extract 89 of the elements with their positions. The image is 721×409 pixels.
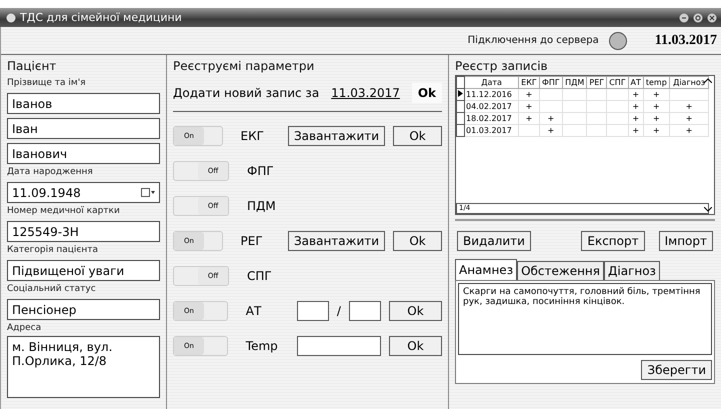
ok-button[interactable]: Ok (393, 126, 442, 146)
column-header: Дата (464, 76, 519, 88)
ok-button[interactable]: Ok (388, 300, 442, 320)
parameter-name: ПДМ (247, 198, 277, 212)
parameter-name: РЕГ (240, 234, 264, 248)
column-header: РЕГ (586, 76, 607, 88)
tab[interactable]: Анамнез (455, 259, 518, 280)
field-label: Прізвище та ім'я (7, 78, 87, 88)
input-field[interactable]: Іван (7, 118, 160, 139)
address-field[interactable]: м. Вінниця, вул. П.Орлика, 12/8 (7, 336, 160, 398)
systolic-input[interactable] (296, 300, 329, 320)
ok-button[interactable]: Ok (388, 336, 442, 356)
tab[interactable]: Діагноз (604, 261, 660, 280)
diastolic-input[interactable] (348, 300, 381, 320)
notes-field[interactable]: Скарги на самопочуття, головний біль, тремтіння рук, задишка, посиніння кінцівок. (458, 283, 712, 355)
table-cell: 01.03.2017 (466, 126, 512, 135)
ok-button[interactable]: Ok (412, 83, 442, 103)
tab[interactable]: Обстеження (517, 261, 604, 280)
input-field[interactable]: Пенсіонер (7, 299, 160, 320)
pointer-icon (458, 90, 463, 97)
row-indicator[interactable] (456, 88, 464, 100)
table-cell: + (632, 102, 640, 111)
table-cell: 11.12.2016 (466, 90, 512, 99)
table-cell: + (653, 126, 660, 135)
table-cell: + (526, 102, 532, 111)
upload-button[interactable]: Завантажити (288, 230, 386, 250)
connection-label: Підключення до сервера (468, 35, 599, 46)
date-picker[interactable]: 11.09.1948 (7, 182, 160, 203)
field-label: Соціальний статус (7, 284, 97, 294)
record-date[interactable]: 11.03.2017 (331, 86, 400, 100)
current-date: 11.03.2017 (654, 32, 717, 48)
table-cell: + (632, 90, 640, 99)
maximize-icon[interactable] (693, 12, 703, 22)
action-button[interactable]: Імпорт (658, 231, 713, 251)
table-cell: + (686, 102, 692, 111)
table-cell: + (526, 90, 532, 99)
field-label: Адреса (7, 323, 42, 333)
row-indicator[interactable] (456, 112, 464, 124)
table-cell: 18.02.2017 (466, 114, 512, 123)
field-label: Категорія пацієнта (7, 245, 100, 255)
table-cell: + (686, 114, 692, 123)
window-title: ТДС для сімейної медицини (20, 11, 182, 24)
upload-button[interactable]: Завантажити (288, 126, 386, 146)
column-header: temp (643, 76, 670, 88)
input-field[interactable]: Іванович (7, 143, 160, 164)
parameter-name: СПГ (247, 268, 273, 282)
add-record-label: Додати новий запис за (173, 86, 320, 100)
parameter-name: ЕКГ (240, 128, 265, 142)
column-header: АТ (628, 76, 644, 88)
field-label: Номер медичної картки (7, 206, 121, 216)
table-cell: + (547, 126, 554, 135)
table-cell: + (653, 90, 660, 99)
temperature-input[interactable] (296, 336, 381, 356)
calendar-icon (141, 188, 155, 197)
scroll-up-icon[interactable] (704, 78, 712, 83)
table-cell: + (632, 114, 640, 123)
minimize-icon[interactable] (679, 12, 689, 22)
input-field[interactable]: 125549-3Н (7, 221, 160, 242)
section-title: Пацієнт (7, 59, 58, 73)
parameter-name: АТ (246, 304, 262, 318)
slash-separator: / (336, 304, 341, 318)
column-header: ПДМ (562, 76, 587, 88)
section-title: Реєструємі параметри (173, 59, 316, 73)
table-cell: 04.02.2017 (466, 102, 512, 111)
save-button[interactable]: Зберегти (641, 360, 712, 380)
close-icon[interactable] (707, 12, 717, 22)
table-cell: + (653, 102, 660, 111)
section-title: Реєстр записів (455, 59, 549, 73)
action-button[interactable]: Видалити (457, 231, 531, 251)
column-header: ФПГ (539, 76, 562, 88)
row-indicator[interactable] (456, 124, 464, 136)
table-cell: + (632, 126, 640, 135)
input-field[interactable]: Підвищеної уваги (7, 260, 160, 281)
scroll-down-icon[interactable] (704, 207, 712, 212)
app-icon (6, 12, 16, 22)
action-button[interactable]: Експорт (581, 231, 645, 251)
column-header: СПГ (606, 76, 628, 88)
table-cell: + (547, 114, 554, 123)
column-header: ЕКГ (518, 76, 540, 88)
ok-button[interactable]: Ok (393, 230, 442, 250)
field-label: Дата народження (7, 167, 94, 177)
table-cell: + (653, 114, 660, 123)
input-field[interactable]: Іванов (7, 93, 160, 114)
row-indicator[interactable] (456, 100, 464, 112)
table-cell: + (686, 126, 692, 135)
table-cell: + (526, 114, 532, 123)
parameter-name: Temp (246, 338, 279, 352)
parameter-name: ФПГ (247, 164, 275, 178)
column-header: Діагноз (670, 76, 708, 88)
